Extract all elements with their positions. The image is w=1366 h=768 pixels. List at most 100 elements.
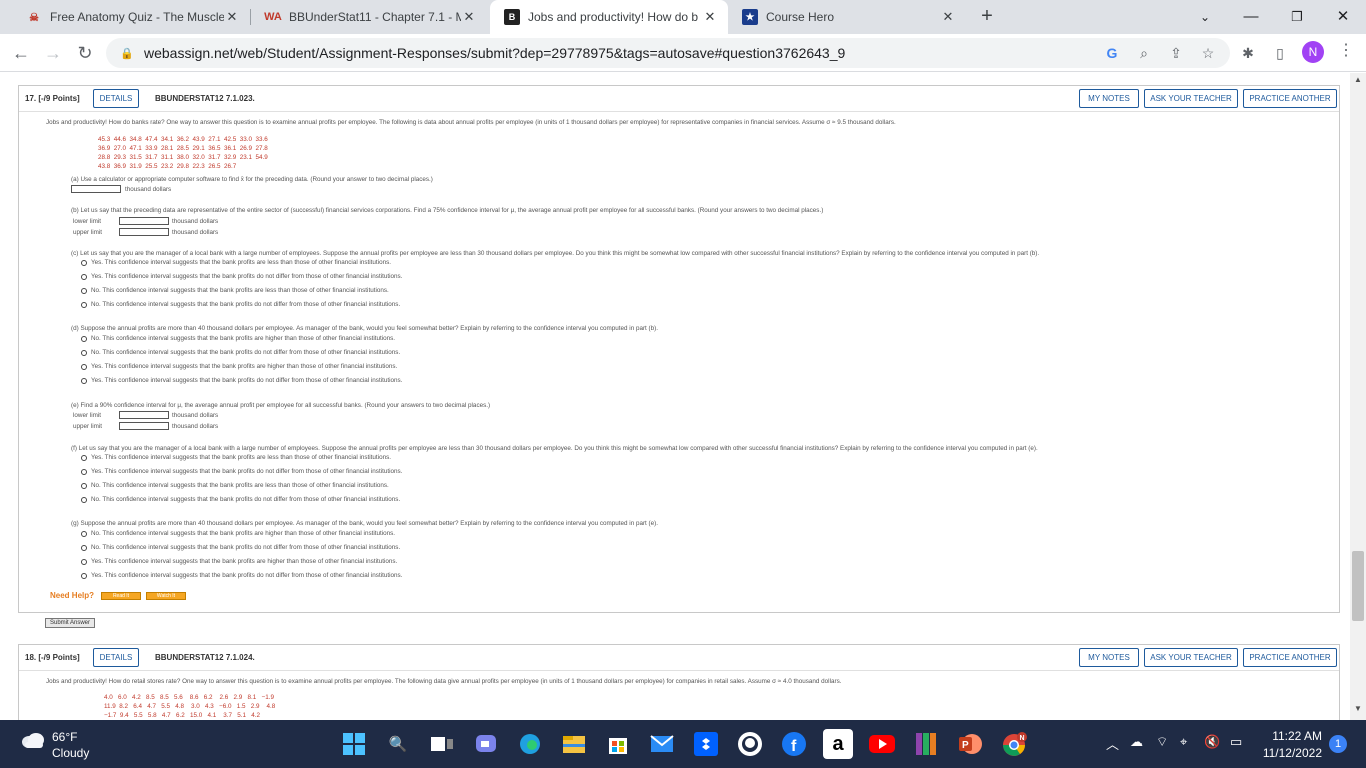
c-option-1[interactable]: Yes. This confidence interval suggests t… bbox=[81, 259, 391, 266]
radio-icon[interactable] bbox=[81, 259, 87, 266]
menu-icon[interactable]: ⋮ bbox=[1338, 40, 1354, 60]
teams-chat-icon[interactable] bbox=[471, 729, 501, 759]
winrar-icon[interactable] bbox=[911, 729, 941, 759]
g-option-3[interactable]: Yes. This confidence interval suggests t… bbox=[81, 558, 397, 565]
close-tab-icon[interactable]: ✕ bbox=[461, 9, 477, 25]
zoom-icon[interactable]: ⌕ bbox=[1128, 45, 1160, 62]
radio-icon[interactable] bbox=[81, 482, 87, 489]
radio-icon[interactable] bbox=[81, 363, 87, 370]
d-option-1[interactable]: No. This confidence interval suggests th… bbox=[81, 335, 395, 342]
volume-muted-icon[interactable]: 🔇 bbox=[1204, 734, 1220, 750]
scroll-up-icon[interactable]: ▲ bbox=[1350, 75, 1366, 89]
mail-icon[interactable] bbox=[647, 729, 677, 759]
google-icon[interactable]: G bbox=[1096, 45, 1128, 61]
read-it-button[interactable]: Read It bbox=[101, 592, 141, 600]
radio-icon[interactable] bbox=[81, 349, 87, 356]
minimize-icon[interactable]: — bbox=[1228, 0, 1274, 34]
battery-icon[interactable]: ▭ bbox=[1230, 734, 1242, 750]
lock-icon[interactable]: 🔒 bbox=[120, 47, 134, 60]
my-notes-button[interactable]: MY NOTES bbox=[1079, 89, 1139, 108]
e-lower-input[interactable] bbox=[119, 411, 169, 419]
bookmark-star-icon[interactable]: ☆ bbox=[1192, 45, 1224, 62]
radio-icon[interactable] bbox=[81, 273, 87, 280]
profile-avatar[interactable]: N bbox=[1302, 41, 1324, 63]
tab-coursehero[interactable]: ★ Course Hero ✕ bbox=[728, 0, 966, 34]
radio-icon[interactable] bbox=[81, 468, 87, 475]
b-upper-input[interactable] bbox=[119, 228, 169, 236]
wifi-icon[interactable]: ⌔ bbox=[1156, 734, 1168, 750]
notification-badge[interactable]: 1 bbox=[1329, 735, 1347, 753]
share-icon[interactable]: ⇪ bbox=[1160, 45, 1192, 62]
submit-answer-button[interactable]: Submit Answer bbox=[45, 618, 95, 628]
dropbox-icon[interactable] bbox=[691, 729, 721, 759]
details-button[interactable]: DETAILS bbox=[93, 89, 139, 108]
new-tab-icon[interactable]: + bbox=[976, 6, 998, 28]
c-option-2[interactable]: Yes. This confidence interval suggests t… bbox=[81, 273, 402, 280]
radio-icon[interactable] bbox=[81, 301, 87, 308]
back-icon[interactable]: ← bbox=[8, 40, 34, 66]
f-option-4[interactable]: No. This confidence interval suggests th… bbox=[81, 496, 400, 503]
search-icon[interactable]: 🔍 bbox=[383, 729, 413, 759]
scrollbar-thumb[interactable] bbox=[1352, 551, 1364, 621]
g-option-4[interactable]: Yes. This confidence interval suggests t… bbox=[81, 572, 402, 579]
practice-another-button[interactable]: PRACTICE ANOTHER bbox=[1243, 89, 1337, 108]
d-option-3[interactable]: Yes. This confidence interval suggests t… bbox=[81, 363, 397, 370]
d-option-4[interactable]: Yes. This confidence interval suggests t… bbox=[81, 377, 402, 384]
extensions-icon[interactable]: ✱ bbox=[1232, 45, 1264, 62]
radio-icon[interactable] bbox=[81, 335, 87, 342]
restore-icon[interactable]: ❐ bbox=[1274, 0, 1320, 34]
weather-temperature[interactable]: 66°F bbox=[52, 730, 77, 744]
close-tab-icon[interactable]: ✕ bbox=[702, 9, 718, 25]
reload-icon[interactable]: ↻ bbox=[72, 40, 98, 66]
system-clock[interactable]: 11:22 AM 11/12/2022 bbox=[1262, 729, 1322, 760]
facebook-icon[interactable]: f bbox=[779, 729, 809, 759]
f-option-1[interactable]: Yes. This confidence interval suggests t… bbox=[81, 454, 391, 461]
c-option-3[interactable]: No. This confidence interval suggests th… bbox=[81, 287, 389, 294]
radio-icon[interactable] bbox=[81, 454, 87, 461]
task-view-icon[interactable] bbox=[427, 729, 457, 759]
close-tab-icon[interactable]: ✕ bbox=[224, 9, 240, 25]
close-window-icon[interactable]: ✕ bbox=[1320, 0, 1366, 34]
forward-icon[interactable]: → bbox=[40, 40, 66, 66]
radio-icon[interactable] bbox=[81, 530, 87, 537]
radio-icon[interactable] bbox=[81, 377, 87, 384]
details-button[interactable]: DETAILS bbox=[93, 648, 139, 667]
c-option-4[interactable]: No. This confidence interval suggests th… bbox=[81, 301, 400, 308]
radio-icon[interactable] bbox=[81, 558, 87, 565]
side-panel-icon[interactable]: ▯ bbox=[1264, 45, 1296, 62]
file-explorer-icon[interactable] bbox=[559, 729, 589, 759]
e-upper-input[interactable] bbox=[119, 422, 169, 430]
powerpoint-icon[interactable]: P bbox=[955, 729, 985, 759]
microsoft-store-icon[interactable] bbox=[603, 729, 633, 759]
g-option-2[interactable]: No. This confidence interval suggests th… bbox=[81, 544, 400, 551]
amazon-icon[interactable]: a bbox=[823, 729, 853, 759]
github-icon[interactable] bbox=[735, 729, 765, 759]
radio-icon[interactable] bbox=[81, 496, 87, 503]
youtube-icon[interactable] bbox=[867, 729, 897, 759]
tab-bartleby[interactable]: B Jobs and productivity! How do b ✕ bbox=[490, 0, 728, 34]
tab-anatomy-quiz[interactable]: ☠ Free Anatomy Quiz - The Muscle ✕ bbox=[12, 0, 250, 34]
network-icon[interactable]: ⌖ bbox=[1180, 734, 1187, 750]
page-scrollbar[interactable]: ▲ ▼ bbox=[1350, 73, 1366, 720]
weather-description[interactable]: Cloudy bbox=[52, 746, 89, 760]
onedrive-cloud-icon[interactable]: ☁ bbox=[1130, 734, 1143, 750]
f-option-2[interactable]: Yes. This confidence interval suggests t… bbox=[81, 468, 402, 475]
practice-another-button[interactable]: PRACTICE ANOTHER bbox=[1243, 648, 1337, 667]
tab-search-chevron-icon[interactable]: ⌄ bbox=[1182, 0, 1228, 34]
my-notes-button[interactable]: MY NOTES bbox=[1079, 648, 1139, 667]
f-option-3[interactable]: No. This confidence interval suggests th… bbox=[81, 482, 389, 489]
ask-teacher-button[interactable]: ASK YOUR TEACHER bbox=[1144, 648, 1238, 667]
tab-webassign[interactable]: WA BBUnderStat11 - Chapter 7.1 - M ✕ bbox=[251, 0, 487, 34]
scroll-down-icon[interactable]: ▼ bbox=[1350, 704, 1366, 718]
radio-icon[interactable] bbox=[81, 572, 87, 579]
radio-icon[interactable] bbox=[81, 287, 87, 294]
radio-icon[interactable] bbox=[81, 544, 87, 551]
g-option-1[interactable]: No. This confidence interval suggests th… bbox=[81, 530, 395, 537]
chrome-icon[interactable]: N bbox=[999, 729, 1029, 759]
edge-icon[interactable] bbox=[515, 729, 545, 759]
b-lower-input[interactable] bbox=[119, 217, 169, 225]
d-option-2[interactable]: No. This confidence interval suggests th… bbox=[81, 349, 400, 356]
ask-teacher-button[interactable]: ASK YOUR TEACHER bbox=[1144, 89, 1238, 108]
close-tab-icon[interactable]: ✕ bbox=[940, 9, 956, 25]
watch-it-button[interactable]: Watch It bbox=[146, 592, 186, 600]
